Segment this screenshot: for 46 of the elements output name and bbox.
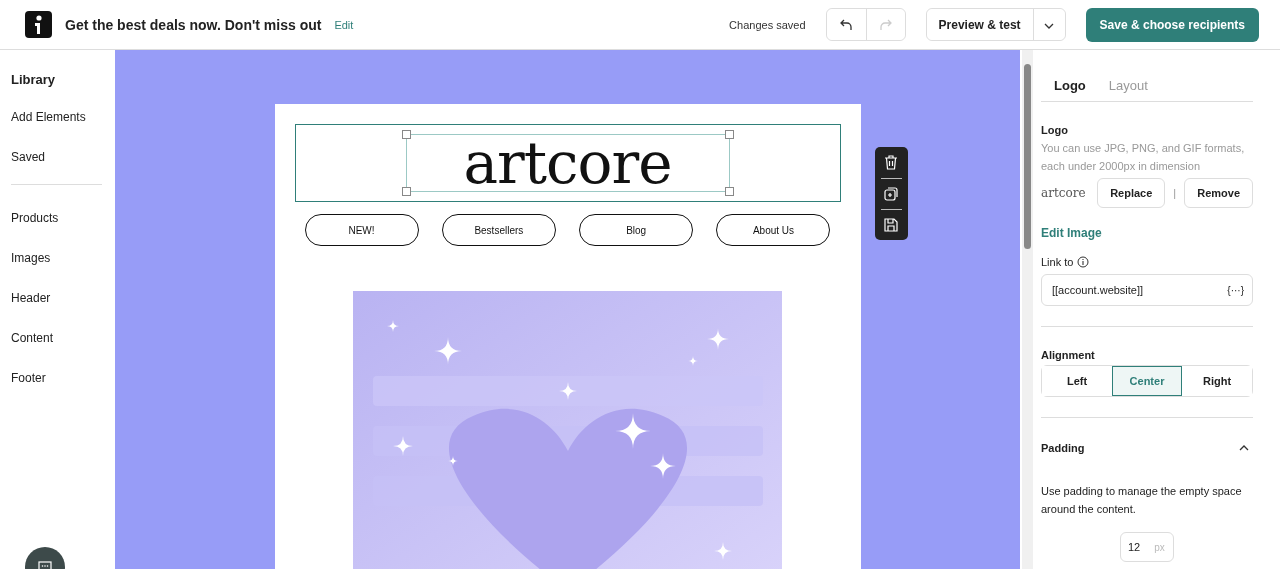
sidebar-item[interactable]: Saved: [11, 150, 115, 190]
logo-hint: You can use JPG, PNG, and GIF formats, each under 2000px in dimension: [1041, 141, 1246, 174]
edit-image-link[interactable]: Edit Image: [1041, 226, 1253, 240]
chat-icon: [38, 561, 52, 569]
preview-menu-button[interactable]: [1032, 9, 1065, 40]
sidebar-item[interactable]: Footer: [11, 371, 115, 411]
app-logo-icon: [25, 11, 52, 38]
sidebar-title: Library: [11, 72, 57, 87]
chevron-icon[interactable]: [1239, 445, 1249, 451]
separator: |: [1173, 187, 1177, 199]
alignment-option[interactable]: Center: [1112, 366, 1182, 396]
undo-icon: [839, 17, 854, 32]
sidebar-item[interactable]: Products: [11, 211, 115, 251]
sidebar-item[interactable]: Header: [11, 291, 115, 331]
padding-hint: Use padding to manage the empty space around the content.: [1041, 484, 1243, 517]
resize-handle[interactable]: [724, 187, 734, 196]
merge-tag-button[interactable]: {···}: [1227, 284, 1244, 296]
campaign-title: Get the best deals now. Don't miss out: [65, 16, 322, 33]
save-status: Changes saved: [729, 18, 806, 31]
trash-icon[interactable]: [884, 155, 898, 170]
redo-icon: [878, 17, 893, 32]
replace-button[interactable]: Replace: [1097, 178, 1166, 208]
sidebar-item[interactable]: Images: [11, 251, 115, 291]
remove-button[interactable]: Remove: [1184, 178, 1253, 208]
logo-preview: artcore: [1041, 186, 1087, 200]
link-label: Link to: [1041, 256, 1074, 268]
link-field[interactable]: [[account.website]] {···}: [1041, 274, 1253, 306]
edit-link[interactable]: Edit: [334, 18, 354, 31]
brand-logo: artcore: [463, 135, 672, 191]
save-button[interactable]: Save & choose recipients: [1085, 7, 1259, 42]
scrollbar[interactable]: [1022, 50, 1033, 569]
chevron-down-icon: [1044, 23, 1055, 29]
resize-handle[interactable]: [401, 187, 411, 196]
alignment-label: Alignment: [1041, 349, 1096, 361]
resize-handle[interactable]: [724, 130, 734, 139]
panel-tab[interactable]: Logo: [1054, 78, 1086, 93]
info-icon[interactable]: [1077, 256, 1090, 268]
padding-title: Padding: [1041, 442, 1085, 454]
resize-handle[interactable]: [401, 130, 411, 139]
logo-label: Logo: [1041, 124, 1069, 136]
padding-field[interactable]: 12 px: [1120, 532, 1174, 562]
sidebar-item[interactable]: Add Elements: [11, 110, 115, 150]
sidebar-item[interactable]: Content: [11, 331, 115, 371]
save-icon[interactable]: [884, 218, 898, 232]
logo-block[interactable]: artcore: [294, 124, 841, 202]
duplicate-icon[interactable]: [884, 187, 898, 201]
